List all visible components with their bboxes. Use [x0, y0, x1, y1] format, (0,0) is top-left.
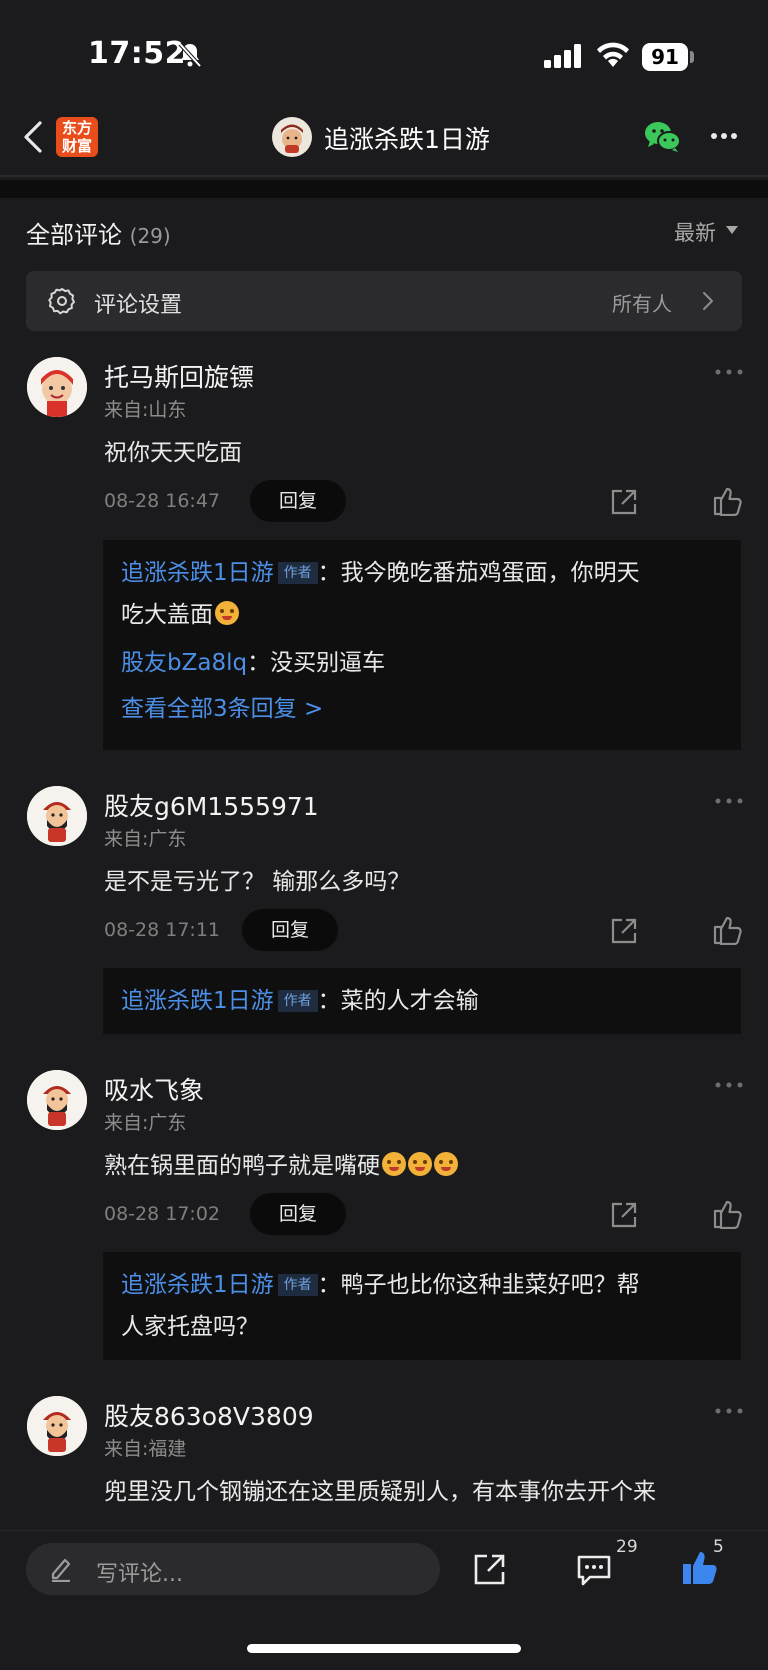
battery-indicator: 91	[642, 43, 688, 71]
avatar[interactable]	[27, 357, 87, 417]
emoji-icon	[215, 601, 239, 625]
comments-count: (29)	[129, 224, 171, 248]
reply-username[interactable]: 追涨杀跌1日游	[121, 988, 274, 1014]
comments-title: 全部评论	[26, 221, 122, 249]
page-title: 追涨杀跌1日游	[324, 125, 490, 154]
reply-button[interactable]: 回复	[250, 1193, 346, 1235]
comment-input[interactable]: 写评论...	[26, 1543, 440, 1595]
author-badge: 作者	[277, 562, 318, 584]
comments-header: 全部评论 (29)	[26, 215, 171, 250]
reply-button[interactable]: 回复	[250, 480, 346, 522]
logo-line1: 东方	[61, 119, 92, 137]
status-time: 17:52	[88, 36, 186, 71]
comment-username[interactable]: 股友g6M1555971	[104, 787, 319, 823]
comment-settings-row[interactable]: 评论设置 所有人	[26, 271, 742, 331]
comment-location: 来自:福建	[104, 1438, 187, 1460]
reply-separator: ：	[317, 560, 341, 586]
comment-content: 祝你天天吃面	[104, 440, 242, 466]
emoji-icon	[408, 1152, 432, 1176]
comment-location: 来自:山东	[104, 399, 187, 421]
wechat-icon[interactable]	[644, 121, 682, 153]
reply-item: 股友bZa8lq：没买别逼车	[121, 643, 723, 683]
reply-text-line2: 吃大盖面	[121, 602, 213, 628]
like-icon[interactable]	[712, 1199, 742, 1229]
share-icon[interactable]	[610, 488, 638, 516]
avatar[interactable]	[27, 786, 87, 846]
reply-text-line2: 人家托盘吗？	[121, 1314, 259, 1340]
reply-username[interactable]: 股友bZa8lq	[121, 650, 247, 676]
comment-content: 熟在锅里面的鸭子就是嘴硬	[104, 1146, 458, 1180]
logo-line2: 财富	[61, 137, 92, 155]
gear-icon	[48, 288, 75, 315]
comment-icon[interactable]	[576, 1553, 612, 1587]
emoji-icon	[382, 1152, 406, 1176]
edit-icon	[51, 1558, 71, 1582]
cellular-signal-icon	[544, 44, 581, 68]
comment-time: 08-28 16:47	[104, 490, 221, 512]
comment-count-badge: 29	[616, 1537, 638, 1557]
comment-more-icon[interactable]	[714, 796, 744, 806]
share-icon[interactable]	[610, 1201, 638, 1229]
reply-username[interactable]: 追涨杀跌1日游	[121, 1272, 274, 1298]
share-icon[interactable]	[610, 917, 638, 945]
reply-text: 鸭子也比你这种韭菜好吧？帮	[340, 1272, 640, 1298]
avatar[interactable]	[27, 1070, 87, 1130]
reply-text: 我今晚吃番茄鸡蛋面，你明天	[340, 560, 640, 586]
battery-tip	[690, 51, 694, 63]
like-filled-icon[interactable]	[681, 1550, 717, 1586]
more-icon[interactable]	[710, 132, 738, 140]
sort-select[interactable]: 最新	[674, 217, 716, 247]
comment-time: 08-28 17:11	[104, 919, 221, 941]
reply-item-continued: 人家托盘吗？	[121, 1307, 723, 1347]
mute-bell-icon	[178, 42, 202, 68]
app-logo[interactable]: 东方 财富	[56, 117, 98, 157]
comment-location: 来自:广东	[104, 828, 187, 850]
comment-username[interactable]: 吸水飞象	[104, 1071, 204, 1107]
like-count-badge: 5	[713, 1537, 724, 1557]
comment-more-icon[interactable]	[714, 367, 744, 377]
like-icon[interactable]	[712, 915, 742, 945]
comment-more-icon[interactable]	[714, 1080, 744, 1090]
reply-thread: 追涨杀跌1日游 作者 ：菜的人才会输	[103, 968, 741, 1034]
comment-settings-value: 所有人	[612, 292, 672, 316]
emoji-icon	[434, 1152, 458, 1176]
caret-down-icon[interactable]	[726, 226, 738, 234]
comment-location: 来自:广东	[104, 1112, 187, 1134]
reply-item-continued: 吃大盖面	[121, 595, 723, 635]
author-badge: 作者	[277, 1274, 318, 1296]
back-icon[interactable]	[22, 120, 44, 154]
comment-text: 熟在锅里面的鸭子就是嘴硬	[104, 1153, 380, 1179]
reply-separator: ：	[317, 988, 341, 1014]
reply-item: 追涨杀跌1日游 作者 ：鸭子也比你这种韭菜好吧？帮	[121, 1265, 723, 1305]
view-all-replies-link[interactable]: 查看全部3条回复 >	[121, 689, 723, 729]
share-icon[interactable]	[473, 1552, 507, 1586]
reply-item: 追涨杀跌1日游 作者 ：菜的人才会输	[121, 981, 723, 1021]
nav-divider	[0, 175, 768, 177]
reply-text: 菜的人才会输	[340, 988, 479, 1014]
comment-settings-label: 评论设置	[94, 293, 183, 318]
reply-button[interactable]: 回复	[242, 909, 338, 951]
reply-username[interactable]: 追涨杀跌1日游	[121, 560, 274, 586]
comment-content: 兜里没几个钢镚还在这里质疑别人，有本事你去开个来	[104, 1479, 656, 1505]
reply-separator: ：	[317, 1272, 341, 1298]
section-gap	[0, 180, 768, 198]
comment-more-icon[interactable]	[714, 1406, 744, 1416]
comment-username[interactable]: 托马斯回旋镖	[104, 358, 254, 394]
author-badge: 作者	[277, 990, 318, 1012]
home-indicator	[247, 1644, 521, 1653]
comment-input-placeholder: 写评论...	[96, 1562, 183, 1587]
avatar[interactable]	[27, 1396, 87, 1456]
chevron-right-icon	[703, 292, 713, 310]
comment-time: 08-28 17:02	[104, 1203, 221, 1225]
wifi-icon	[597, 42, 629, 67]
like-icon[interactable]	[712, 486, 742, 516]
comment-username[interactable]: 股友863o8V3809	[104, 1397, 314, 1433]
comment-content: 是不是亏光了？ 输那么多吗？	[104, 869, 411, 895]
reply-text: 没买别逼车	[270, 650, 386, 676]
author-avatar[interactable]	[272, 117, 312, 157]
reply-thread: 追涨杀跌1日游 作者 ：鸭子也比你这种韭菜好吧？帮 人家托盘吗？	[103, 1252, 741, 1360]
reply-separator: ：	[247, 650, 271, 676]
reply-thread: 追涨杀跌1日游 作者 ：我今晚吃番茄鸡蛋面，你明天 吃大盖面 股友bZa8lq：没买…	[103, 540, 741, 750]
reply-item: 追涨杀跌1日游 作者 ：我今晚吃番茄鸡蛋面，你明天	[121, 553, 723, 593]
